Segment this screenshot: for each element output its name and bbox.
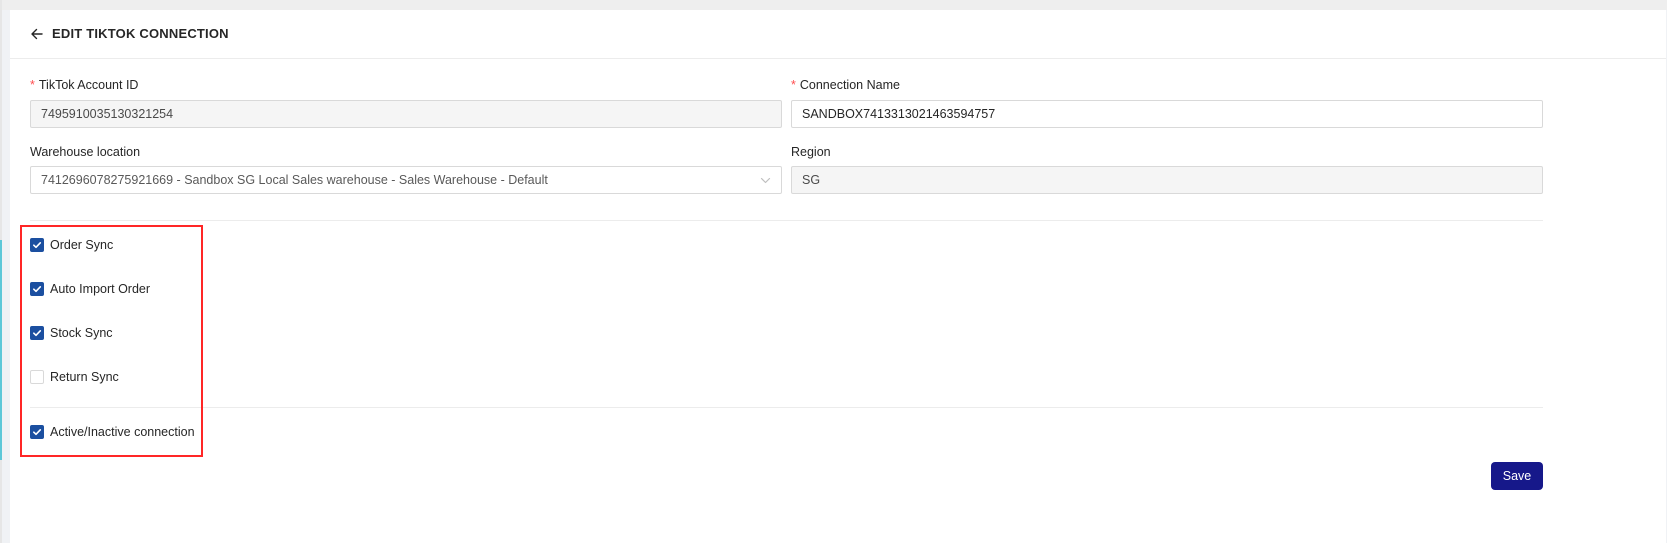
page-title: EDIT TIKTOK CONNECTION xyxy=(52,26,229,41)
back-button[interactable] xyxy=(30,27,44,41)
section-divider xyxy=(30,407,1543,408)
account-id-label: * TikTok Account ID xyxy=(30,78,138,92)
connection-name-label-text: Connection Name xyxy=(799,78,900,92)
region-field[interactable]: SG xyxy=(791,166,1543,194)
connection-name-label: * Connection Name xyxy=(791,78,900,92)
section-divider xyxy=(30,220,1543,221)
top-strip xyxy=(0,0,1667,10)
chevron-down-icon xyxy=(760,177,771,184)
required-mark: * xyxy=(30,78,35,92)
arrow-left-icon xyxy=(31,28,43,40)
account-id-field[interactable]: 7495910035130321254 xyxy=(30,100,782,128)
required-mark: * xyxy=(791,78,796,92)
account-id-label-text: TikTok Account ID xyxy=(38,78,139,92)
edit-connection-card: EDIT TIKTOK CONNECTION * TikTok Account I… xyxy=(10,10,1666,543)
region-label: Region xyxy=(791,145,831,159)
warehouse-select-value: 7412696078275921669 - Sandbox SG Local S… xyxy=(41,173,548,187)
warehouse-select[interactable]: 7412696078275921669 - Sandbox SG Local S… xyxy=(30,166,782,194)
connection-name-field[interactable]: SANDBOX7413313021463594757 xyxy=(791,100,1543,128)
warehouse-label: Warehouse location xyxy=(30,145,141,159)
save-button[interactable]: Save xyxy=(1491,462,1543,490)
left-accent-bar xyxy=(0,240,2,460)
card-header: EDIT TIKTOK CONNECTION xyxy=(10,10,1666,59)
highlight-box xyxy=(20,225,203,457)
